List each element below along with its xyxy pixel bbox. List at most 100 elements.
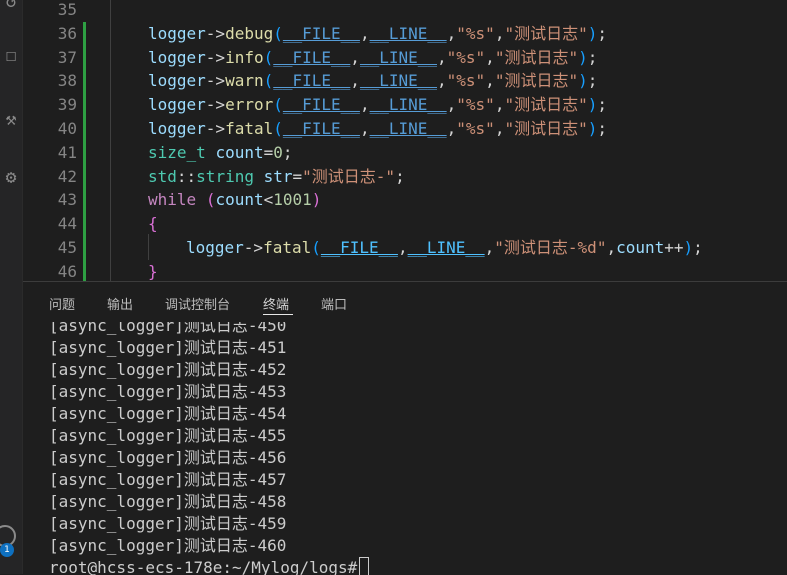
- code-token: ,: [446, 23, 457, 43]
- code-token: (: [273, 95, 283, 115]
- line-number: 36: [57, 23, 77, 43]
- line-number: 35: [57, 0, 77, 19]
- code-token: ): [587, 119, 598, 138]
- terminal-line: [async_logger]测试日志-460: [49, 536, 287, 555]
- line-number: 41: [57, 142, 77, 162]
- code-token: ): [683, 238, 694, 257]
- code-token: "测试日志": [494, 47, 579, 67]
- code-token: ->: [243, 238, 264, 257]
- run-debug-icon[interactable]: ⚒: [0, 108, 22, 132]
- active-tab-indicator: [263, 314, 293, 315]
- code-token: ,: [494, 95, 505, 115]
- code-token: __FILE__: [282, 23, 360, 43]
- terminal[interactable]: [async_logger]测试日志-450 [async_logger]测试日志…: [49, 322, 787, 575]
- code-token: ): [578, 47, 588, 67]
- code-token: ->: [205, 23, 226, 43]
- code-token: __LINE__: [359, 71, 437, 91]
- code-token: logger: [148, 95, 206, 115]
- explorer-icon[interactable]: ☐: [0, 44, 22, 68]
- code-text: while (count<1001): [148, 188, 321, 212]
- code-token: __FILE__: [273, 47, 351, 67]
- code-token: ;: [597, 95, 608, 115]
- code-token: 1001: [273, 190, 312, 210]
- code-editor[interactable]: 35 36 logger->debug(__FILE__,__LINE__,"%s"…: [23, 0, 787, 281]
- code-token: __FILE__: [282, 119, 360, 138]
- code-token: (: [273, 119, 283, 138]
- code-token: ->: [205, 119, 226, 138]
- code-token: "测试日志": [494, 71, 579, 91]
- code-token: __LINE__: [369, 95, 447, 115]
- line-number: 37: [57, 47, 77, 67]
- code-token: "%s": [456, 23, 495, 43]
- code-token: "%s": [456, 95, 495, 115]
- terminal-cursor: [359, 557, 370, 575]
- code-token: "测试日志-%d": [494, 238, 607, 257]
- code-token: ): [311, 190, 322, 210]
- code-line: 44 {: [23, 212, 787, 236]
- code-token: ,: [494, 23, 505, 43]
- code-token: count: [215, 190, 264, 210]
- code-token: "测试日志": [504, 119, 588, 138]
- code-line: 46}: [23, 260, 787, 281]
- code-token: __LINE__: [369, 23, 447, 43]
- terminal-prompt[interactable]: root@hcss-ecs-178e:~/Mylog/logs#: [49, 557, 370, 575]
- code-token: "测试日志-": [302, 166, 396, 186]
- code-token: 0: [273, 142, 283, 162]
- terminal-line: [async_logger]测试日志-452: [49, 360, 287, 379]
- source-control-icon[interactable]: ↺: [0, 0, 22, 14]
- code-text: logger->info(__FILE__,__LINE__,"%s","测试日…: [148, 46, 597, 70]
- code-text: }: [148, 260, 158, 281]
- code-token: ->: [205, 95, 226, 115]
- code-line: 37 logger->info(__FILE__,__LINE__,"%s","测…: [23, 46, 787, 70]
- line-number: 42: [57, 166, 77, 186]
- code-token: fatal: [225, 119, 274, 138]
- code-token: logger: [186, 238, 244, 257]
- code-token: count: [215, 142, 264, 162]
- code-line: 38 logger->warn(__FILE__,__LINE__,"%s","测…: [23, 69, 787, 93]
- code-token: ): [587, 23, 598, 43]
- code-text: {: [148, 212, 158, 236]
- code-token: <: [263, 190, 274, 210]
- tab-ports[interactable]: 端口: [321, 294, 347, 313]
- tab-debug-console[interactable]: 调试控制台: [165, 294, 230, 313]
- code-token: fatal: [263, 238, 312, 257]
- code-token: warn: [225, 71, 264, 91]
- code-token: =: [263, 142, 274, 162]
- code-token: ): [587, 95, 598, 115]
- terminal-line: [async_logger]测试日志-457: [49, 470, 287, 489]
- terminal-line: [async_logger]测试日志-451: [49, 338, 287, 357]
- code-token: ;: [597, 23, 608, 43]
- code-token: ,: [350, 71, 360, 91]
- code-token: ,: [359, 95, 370, 115]
- line-number: 44: [57, 214, 77, 234]
- line-number: 40: [57, 119, 77, 138]
- code-line: 42 std::string str="测试日志-";: [23, 165, 787, 189]
- code-token: logger: [148, 23, 206, 43]
- code-token: {: [148, 214, 158, 234]
- code-token: info: [225, 47, 264, 67]
- bottom-panel: 问题 输出 调试控制台 终端 端口 [async_logger]测试日志-450…: [23, 281, 787, 575]
- extensions-icon[interactable]: ⚙: [0, 166, 22, 190]
- code-token: __FILE__: [320, 238, 398, 257]
- code-token: ,: [446, 119, 457, 138]
- code-token: "测试日志": [504, 95, 588, 115]
- code-token: __LINE__: [407, 238, 485, 257]
- code-line: 35: [23, 0, 787, 22]
- code-token: ,: [485, 71, 495, 91]
- code-token: ::: [176, 166, 197, 186]
- line-number: 43: [57, 190, 77, 210]
- code-token: ;: [395, 166, 405, 186]
- terminal-line: [async_logger]测试日志-458: [49, 492, 287, 511]
- code-token: }: [148, 261, 158, 281]
- code-token: __FILE__: [273, 71, 351, 91]
- code-token: str: [263, 166, 293, 186]
- tab-terminal[interactable]: 终端: [263, 294, 289, 313]
- code-line: 40 logger->fatal(__FILE__,__LINE__,"%s","…: [23, 117, 787, 141]
- code-token: ;: [282, 142, 293, 162]
- code-token: string: [196, 166, 254, 186]
- code-text: std::string str="测试日志-";: [148, 165, 405, 189]
- tab-output[interactable]: 输出: [107, 294, 133, 313]
- tab-problems[interactable]: 问题: [49, 294, 75, 313]
- code-token: ,: [446, 95, 457, 115]
